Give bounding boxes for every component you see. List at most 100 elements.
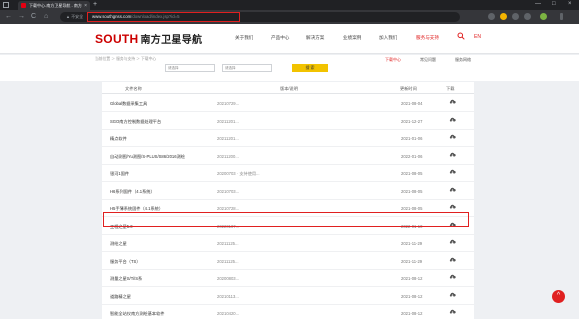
cloud-download-icon[interactable] xyxy=(449,99,456,105)
table-row: SGO南方控制数据处理平台 20211201... 2021-12-27 xyxy=(102,112,474,130)
file-date: 2021-11-29 xyxy=(401,241,423,246)
cloud-download-icon[interactable] xyxy=(449,134,456,140)
nav-service-support[interactable]: 服务与支持 xyxy=(416,35,439,41)
extension-icon[interactable] xyxy=(512,13,519,20)
table-header: 文件名称 版本/说明 更新时间 下载 xyxy=(102,82,474,94)
table-row: H6系列固件（4.1系统） 20210703... 2021-08-05 xyxy=(102,182,474,200)
file-name[interactable]: 服务平台（TS） xyxy=(110,259,140,265)
browser-menu-icon[interactable] xyxy=(560,13,563,20)
table-row: 自动测图/Yu测图/S-PLUS/S86/2016测绘 20211200... 20… xyxy=(102,147,474,165)
cloud-download-icon[interactable] xyxy=(449,274,456,280)
cloud-download-icon[interactable] xyxy=(449,309,456,315)
cloud-download-icon[interactable] xyxy=(449,292,456,298)
column-updated: 更新时间 xyxy=(400,86,417,91)
south-logo[interactable]: SOUTH 南方卫星导航 xyxy=(95,31,202,46)
table-row: 服务平台（TS） 20211125... 2021-11-29 xyxy=(102,252,474,270)
home-button[interactable]: ⌂ xyxy=(44,13,48,21)
tab-service-network[interactable]: 服务网络 xyxy=(455,57,471,63)
product-select[interactable]: 请选择 xyxy=(222,64,272,72)
minimize-button[interactable]: — xyxy=(535,1,541,7)
cloud-download-icon[interactable] xyxy=(449,204,456,210)
search-button[interactable]: 搜 索 xyxy=(292,64,328,72)
table-row: 道路精之星 20210113... 2021-08-12 xyxy=(102,287,474,305)
star-icon[interactable] xyxy=(524,13,531,20)
search-icon[interactable] xyxy=(457,32,465,42)
reload-button[interactable]: C xyxy=(31,13,36,21)
column-version: 版本/说明 xyxy=(280,86,298,91)
file-version: 20210729... xyxy=(217,101,240,106)
cloud-download-icon[interactable] xyxy=(449,239,456,245)
file-date: 2021-08-12 xyxy=(401,311,423,316)
column-file-name: 文件名称 xyxy=(125,86,142,91)
table-row: Global数据采集工具 20210729... 2021-08-04 xyxy=(102,94,474,112)
file-date: 2021-08-05 xyxy=(401,188,423,194)
close-window-button[interactable]: × xyxy=(568,1,572,7)
profile-avatar-icon[interactable] xyxy=(540,13,547,20)
not-secure-label[interactable]: ▲ 不安全 xyxy=(66,14,83,20)
file-name[interactable]: Global数据采集工具 xyxy=(110,101,147,107)
file-name[interactable]: 测绘之星 xyxy=(110,241,127,247)
file-version: 20211200... xyxy=(217,153,239,159)
column-download: 下载 xyxy=(446,86,455,91)
file-version: 20211201... xyxy=(217,136,239,141)
file-version: 20200803... xyxy=(217,276,240,281)
cloud-download-icon[interactable] xyxy=(449,187,456,193)
tab-download-center[interactable]: 下载中心 xyxy=(385,57,401,63)
language-switch[interactable]: EN xyxy=(474,34,481,40)
nav-products[interactable]: 产品中心 xyxy=(271,35,289,41)
new-tab-button[interactable]: + xyxy=(93,1,97,8)
nav-about[interactable]: 关于我们 xyxy=(235,35,253,41)
extension-icon[interactable] xyxy=(500,13,507,20)
file-version: 20210420... xyxy=(217,311,240,316)
file-date: 2021-08-12 xyxy=(401,276,423,281)
nav-cases[interactable]: 业绩案例 xyxy=(343,35,361,41)
file-name[interactable]: 智能全站仪南方测绘基本软件 xyxy=(110,311,164,317)
maximize-button[interactable]: □ xyxy=(552,1,556,7)
file-date: 2021-08-12 xyxy=(401,293,423,299)
file-date: 2021-08-05 xyxy=(401,171,423,176)
table-row: 银河1固件 20200703 · 支持使用... 2021-08-05 xyxy=(102,164,474,182)
file-date: 2021-12-27 xyxy=(401,118,423,124)
cloud-download-icon[interactable] xyxy=(449,117,456,123)
extension-icon[interactable] xyxy=(488,13,495,20)
nav-solutions[interactable]: 解决方案 xyxy=(306,35,324,41)
file-date: 2021-11-29 xyxy=(401,258,423,264)
cloud-download-icon[interactable] xyxy=(449,152,456,158)
forward-button[interactable]: → xyxy=(18,13,25,21)
browser-tab[interactable]: 下载中心-南方卫星导航 - 南方... × xyxy=(18,1,90,10)
site-header: SOUTH 南方卫星导航 关于我们 产品中心 解决方案 业绩案例 加入我们 服务与… xyxy=(0,24,579,54)
file-name[interactable]: 银河1固件 xyxy=(110,171,129,177)
table-row: 智能全站仪南方测绘基本软件 20210420... 2021-08-12 xyxy=(102,304,474,319)
cloud-download-icon[interactable] xyxy=(449,257,456,263)
back-to-top-button[interactable]: ^ xyxy=(552,290,565,303)
south-favicon-icon xyxy=(21,3,26,8)
category-select[interactable]: 请选择 xyxy=(165,64,215,72)
tab-faq[interactable]: 常见问题 xyxy=(420,57,436,63)
file-name[interactable]: 测量之星S/Ti/S系 xyxy=(110,276,142,282)
table-row: 测绘之星 20211125... 2021-11-29 xyxy=(102,234,474,252)
file-date: 2022-01-06 xyxy=(401,153,423,159)
address-bar[interactable]: ▲ 不安全 www.southgnss.com/download/index.j… xyxy=(60,12,460,22)
logo-text: SOUTH xyxy=(95,32,139,46)
tab-title: 下载中心-南方卫星导航 - 南方... xyxy=(29,2,83,8)
browser-tabbar: 下载中心-南方卫星导航 - 南方... × + — □ × xyxy=(0,0,579,10)
file-date: 2021-08-04 xyxy=(401,101,423,106)
download-table: 文件名称 版本/说明 更新时间 下载 Global数据采集工具 20210729.… xyxy=(102,82,474,319)
nav-join-us[interactable]: 加入我们 xyxy=(379,35,397,41)
file-name[interactable]: 自动测图/Yu测图/S-PLUS/S86/2016测绘 xyxy=(110,154,185,160)
file-date: 2021-08-05 xyxy=(401,206,423,211)
file-name[interactable]: H6系列固件（4.1系统） xyxy=(110,189,155,195)
tab-close-icon[interactable]: × xyxy=(84,3,87,9)
window-menu-icon[interactable] xyxy=(3,2,9,8)
file-version: 20211201... xyxy=(217,118,239,124)
table-row: 精点软件 20211201... 2021-01-06 xyxy=(102,129,474,147)
file-name[interactable]: 精点软件 xyxy=(110,136,127,142)
browser-toolbar: ← → C ⌂ ▲ 不安全 www.southgnss.com/download… xyxy=(0,10,579,24)
file-name[interactable]: SGO南方控制数据处理平台 xyxy=(110,119,161,125)
url-path: /download/index.jsp?id=5 xyxy=(131,14,180,19)
file-name[interactable]: 道路精之星 xyxy=(110,294,131,300)
url-host: www.southgnss.com xyxy=(92,14,132,19)
back-button[interactable]: ← xyxy=(5,13,12,21)
url-text[interactable]: www.southgnss.com/download/index.jsp?id=… xyxy=(92,14,180,19)
cloud-download-icon[interactable] xyxy=(449,169,456,175)
